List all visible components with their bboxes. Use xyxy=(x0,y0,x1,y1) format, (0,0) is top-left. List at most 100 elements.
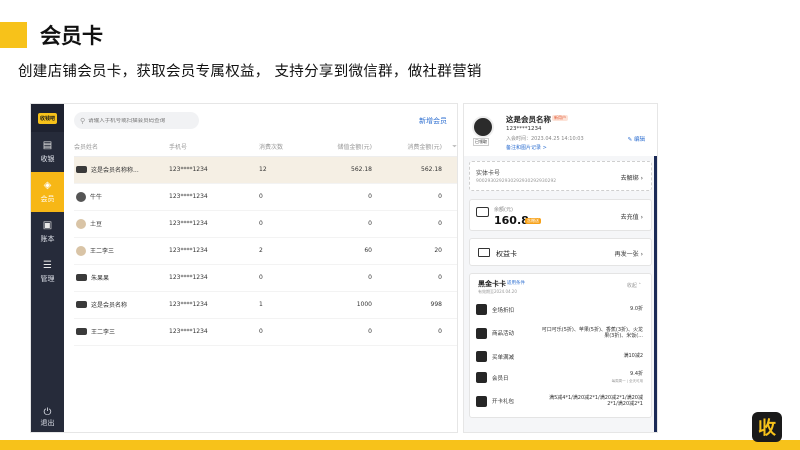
table-row[interactable]: 朱果果 123****1234 0 0 0 xyxy=(74,264,457,292)
benefit-value: 满10减2 xyxy=(623,353,643,360)
exit-label: 退出 xyxy=(40,418,55,427)
validity-date: 有效期至2024.04.20 xyxy=(478,289,517,294)
member-table: 会员姓名 手机号 消费次数 储值金额(元) 消费金额(元) ⏷ 这是会员名称称.… xyxy=(74,138,457,346)
slide: 会员卡 创建店铺会员卡，获取会员专属权益， 支持分享到微信群，做社群营销 收钱吧… xyxy=(0,0,800,450)
table-row[interactable]: 这是会员名称 123****1234 1 1000 998 xyxy=(74,291,457,319)
benefit-row: 开卡礼包 满5减4*1/满20减2*1/满20减2*1/满20减2*1/满20减… xyxy=(476,389,643,413)
title-accent-block xyxy=(0,22,27,48)
member-phone: 123****1234 xyxy=(169,264,259,292)
nav-item-member[interactable]: ◈ 会员 xyxy=(31,172,64,212)
edit-label: 编辑 xyxy=(633,137,645,143)
benefit-sub: 每周周一 | 全天可用 xyxy=(611,378,643,383)
brand-corner-logo: 收 xyxy=(752,412,782,442)
table-row[interactable]: 土豆 123****1234 0 0 0 xyxy=(74,210,457,238)
issue-another-label: 再发一张 xyxy=(614,251,639,258)
issue-another-button[interactable]: 再发一张 › xyxy=(615,249,643,258)
black-card-section: 黑金卡卡 适用条件 有效期至2024.04.20 收起 ˄ 全场折扣 9.0折 … xyxy=(469,273,652,418)
benefit-value: 满5减4*1/满20减2*1/满20减2*1/满20减2*1/满20减2*1 xyxy=(549,394,643,408)
black-card-title: 黑金卡卡 xyxy=(478,280,506,288)
member-name: 朱果果 xyxy=(91,275,110,282)
table-header: 会员姓名 手机号 消费次数 储值金额(元) 消费金额(元) ⏷ xyxy=(74,138,457,157)
member-visits: 12 xyxy=(259,156,314,184)
benefit-label: 全场折扣 xyxy=(492,307,515,314)
new-user-badge: 新用户 xyxy=(552,115,568,121)
member-phone: 123****1234 xyxy=(169,156,259,184)
nav-item-settings[interactable]: ☰ 管理 xyxy=(31,252,64,292)
search-input[interactable] xyxy=(88,117,194,124)
member-stored: 1000 xyxy=(314,291,372,319)
chevron-right-icon: › xyxy=(640,175,643,182)
unbind-button[interactable]: 去解绑 › xyxy=(621,173,643,182)
nav-item-cashier[interactable]: ▤ 收银 xyxy=(31,132,64,172)
member-name: 牛牛 xyxy=(90,194,103,201)
member-phone: 123****1234 xyxy=(169,210,259,238)
benefit-value: 9.0折 xyxy=(630,306,643,313)
benefit-label: 开卡礼包 xyxy=(492,399,515,405)
table-row[interactable]: 这是会员名称称... 123****1234 12 562.18 562.18 xyxy=(74,156,457,184)
member-phone: 123****1234 xyxy=(169,183,259,211)
col-stored: 储值金额(元) xyxy=(314,138,372,157)
col-visits: 消费次数 xyxy=(259,138,314,157)
ledger-icon: ▣ xyxy=(42,220,53,231)
member-visits: 0 xyxy=(259,264,314,292)
member-phone: 123****1234 xyxy=(169,318,259,346)
benefit-row: 商品活动 可口可乐(5折)、苹果(5折)、香蕉(3折)、火龙果(3折)、米饭(.… xyxy=(476,321,643,345)
condition-link[interactable]: 适用条件 xyxy=(507,280,525,286)
chevron-right-icon: › xyxy=(640,214,643,221)
unbind-label: 去解绑 xyxy=(620,175,639,182)
member-stored: 0 xyxy=(314,318,372,346)
member-name: 这是会员名称称... xyxy=(91,167,139,174)
balance-label: 余额(元) xyxy=(494,207,513,213)
member-visits: 0 xyxy=(259,183,314,211)
brand-name: 收钱吧 xyxy=(37,112,57,124)
add-member-button[interactable]: 新增会员 xyxy=(419,116,447,126)
benefit-row: 全场折扣 9.0折 xyxy=(476,300,643,319)
card-tag: 已领取 xyxy=(473,138,489,146)
benefit-label: 商品活动 xyxy=(492,331,515,337)
table-row[interactable]: 牛牛 123****1234 0 0 0 xyxy=(74,183,457,211)
note-link[interactable]: 备注和图片记录 > xyxy=(506,144,547,151)
benefit-row: 会员日 9.4折 每周周一 | 全天可用 xyxy=(476,368,643,387)
member-profile: 已领取 这是会员名称 新用户 123****1234 入会时间：2023.04.… xyxy=(464,104,657,156)
table-row[interactable]: 王二李三 123****1234 2 60 20 xyxy=(74,237,457,265)
member-stored: 0 xyxy=(314,183,372,211)
rights-card-row[interactable]: 权益卡 再发一张 › xyxy=(469,238,652,266)
physical-card-row[interactable]: 实体卡号 9002930292930292930292930292 去解绑 › xyxy=(469,161,652,191)
settings-icon: ☰ xyxy=(43,260,52,271)
member-card-image xyxy=(472,116,494,138)
member-list-app: 收钱吧 ▤ 收银 ◈ 会员 ▣ 账本 ☰ 管理 ⏻ 退出 ⚲ 请输入手机号或扫描… xyxy=(30,103,458,433)
nav-label: 收银 xyxy=(40,155,55,163)
benefit-value-wrap: 9.4折 每周周一 | 全天可用 xyxy=(540,371,643,384)
benefit-label: 会员日 xyxy=(492,375,509,382)
nav-label: 账本 xyxy=(40,235,55,243)
slide-subtitle: 创建店铺会员卡，获取会员专属权益， 支持分享到微信群，做社群营销 xyxy=(18,64,482,80)
col-phone: 手机号 xyxy=(169,138,259,157)
filter-icon[interactable]: ⏷ xyxy=(442,138,457,157)
col-spent: 消费金额(元) xyxy=(372,138,442,157)
wallet-icon xyxy=(476,207,489,217)
member-stored: 0 xyxy=(314,210,372,238)
table-row[interactable]: 王二李三 123****1234 0 0 0 xyxy=(74,318,457,346)
member-name: 王二李三 xyxy=(91,329,116,336)
balance-row[interactable]: 余额(元) 160.8 含赠送 去充值 › xyxy=(469,199,652,231)
member-visits: 2 xyxy=(259,237,314,265)
balance-tag: 含赠送 xyxy=(525,218,541,224)
col-name: 会员姓名 xyxy=(74,138,169,157)
reduction-icon xyxy=(476,351,487,362)
edit-button[interactable]: ✎ 编辑 xyxy=(628,135,645,143)
join-time: 入会时间：2023.04.25 14:10:03 xyxy=(506,136,584,142)
brand-logo: 收钱吧 xyxy=(31,104,64,132)
collapse-button[interactable]: 收起 ˄ xyxy=(627,282,641,289)
member-spent: 0 xyxy=(372,183,442,211)
nav-label: 会员 xyxy=(40,195,55,203)
benefit-label: 买单满减 xyxy=(492,354,515,361)
collapse-label: 收起 xyxy=(626,283,637,289)
recharge-button[interactable]: 去充值 › xyxy=(621,212,643,221)
nav-label: 管理 xyxy=(40,275,55,283)
exit-button[interactable]: ⏻ 退出 xyxy=(31,402,64,432)
slide-title: 会员卡 xyxy=(40,24,103,48)
nav-item-ledger[interactable]: ▣ 账本 xyxy=(31,212,64,252)
member-day-icon xyxy=(476,372,487,383)
search-bar[interactable]: ⚲ xyxy=(74,112,199,129)
member-spent: 0 xyxy=(372,210,442,238)
